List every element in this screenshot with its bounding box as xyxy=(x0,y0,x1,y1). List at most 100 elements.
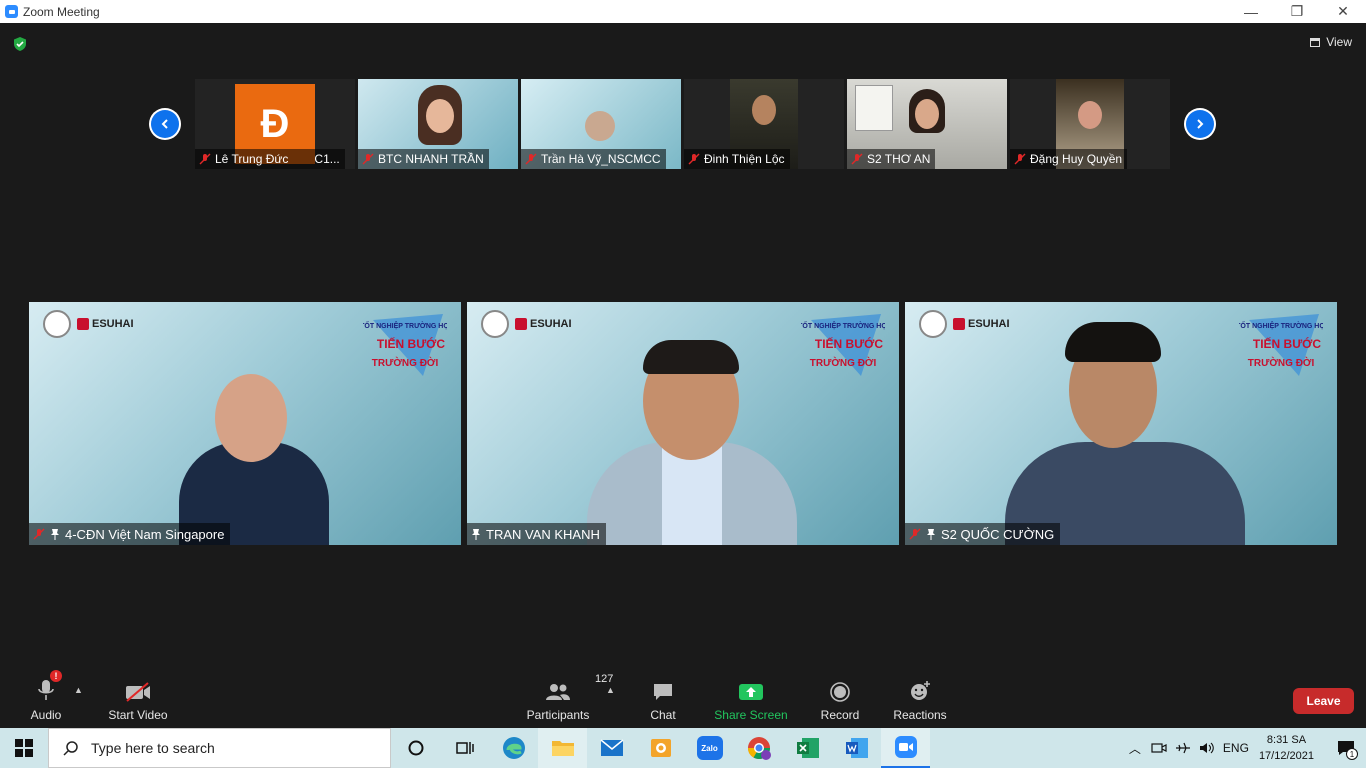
participant-label: TRAN VAN KHANH xyxy=(467,523,606,545)
main-video-tile[interactable]: ESUHAI TỐT NGHIỆP TRƯỜNG HỌC TIẾN BƯỚC T… xyxy=(905,302,1337,545)
event-banner: TỐT NGHIỆP TRƯỜNG HỌC TIẾN BƯỚC TRƯỜNG Đ… xyxy=(801,314,885,376)
participants-options-caret-icon[interactable]: ▲ xyxy=(606,685,615,695)
zalo-app[interactable]: Zalo xyxy=(685,728,734,768)
participants-button[interactable]: 127 Participants xyxy=(524,671,614,728)
chevron-right-icon xyxy=(1197,119,1204,129)
thumbnail-tile[interactable]: Đinh Thiện Lộc xyxy=(684,79,844,169)
thumbnail-tile[interactable]: Trần Hà Vỹ_NSCMCC xyxy=(521,79,681,169)
participant-name: Đặng Huy Quyền xyxy=(1030,152,1123,166)
participant-face xyxy=(585,111,615,141)
participant-name-extra: C1... xyxy=(314,152,340,166)
file-explorer-app[interactable] xyxy=(538,728,587,768)
svg-text:TRƯỜNG ĐỜI: TRƯỜNG ĐỜI xyxy=(1248,356,1315,369)
word-app[interactable] xyxy=(832,728,881,768)
mail-app[interactable] xyxy=(587,728,636,768)
reactions-smiley-icon xyxy=(911,681,930,700)
thumbnail-tile[interactable]: Đ Lê Trung Đức C1... xyxy=(195,79,355,169)
notification-center-button[interactable]: 1 xyxy=(1326,728,1366,768)
leave-button[interactable]: Leave xyxy=(1293,688,1354,714)
esuhai-logo: ESUHAI xyxy=(43,310,134,338)
participant-label: Lê Trung Đức C1... xyxy=(195,149,345,169)
thumbnail-tile[interactable]: S2 THƠ AN xyxy=(847,79,1007,169)
participant-face xyxy=(752,95,776,125)
taskbar-search-box[interactable]: Type here to search xyxy=(48,728,391,768)
participants-icon xyxy=(546,684,570,700)
participant-name: S2 QUỐC CƯỜNG xyxy=(941,526,1055,542)
participant-name: S2 THƠ AN xyxy=(867,152,931,166)
meeting-area: View Đ Lê Trung Đức C1... BTC NHANH TRẦN xyxy=(0,23,1366,728)
thumbnail-tile[interactable]: BTC NHANH TRẦN xyxy=(358,79,518,169)
view-button[interactable]: View xyxy=(1310,35,1352,49)
participant-label: BTC NHANH TRẦN xyxy=(358,149,489,169)
participants-count: 127 xyxy=(595,673,614,685)
participant-name: BTC NHANH TRẦN xyxy=(378,152,484,166)
outlook-app[interactable] xyxy=(636,728,685,768)
pin-icon xyxy=(927,529,935,540)
outlook-calendar-icon xyxy=(650,739,671,757)
audio-options-caret-icon[interactable]: ▲ xyxy=(74,685,83,695)
edge-app[interactable] xyxy=(489,728,538,768)
search-icon xyxy=(63,741,78,756)
task-view-button[interactable] xyxy=(440,728,489,768)
svg-text:TIẾN BƯỚC: TIẾN BƯỚC xyxy=(815,336,884,351)
excel-app[interactable] xyxy=(783,728,832,768)
language-indicator[interactable]: ENG xyxy=(1223,741,1249,755)
zoom-icon xyxy=(894,736,917,758)
record-icon xyxy=(830,682,850,702)
record-button[interactable]: Record xyxy=(816,671,864,728)
esuhai-logo: ESUHAI xyxy=(481,310,572,338)
participant-name: Lê Trung Đức xyxy=(215,152,289,166)
security-shield-icon[interactable] xyxy=(12,36,28,52)
participant-label: Trần Hà Vỹ_NSCMCC xyxy=(521,149,666,169)
participant-hair xyxy=(643,340,739,374)
muted-mic-icon xyxy=(525,153,537,165)
window-title: Zoom Meeting xyxy=(23,4,100,19)
edge-icon xyxy=(502,737,525,759)
restore-button[interactable]: ❐ xyxy=(1274,0,1320,23)
event-banner: TỐT NGHIỆP TRƯỜNG HỌC TIẾN BƯỚC TRƯỜNG Đ… xyxy=(363,314,447,376)
volume-icon[interactable] xyxy=(1199,741,1215,755)
cortana-button[interactable] xyxy=(391,728,440,768)
participant-name: 4-CĐN Việt Nam Singapore xyxy=(65,526,225,542)
prev-page-button[interactable] xyxy=(149,108,181,140)
airplane-mode-icon[interactable] xyxy=(1175,741,1191,755)
system-tray: ︿ ENG 8:31 SA 17/12/2021 1 xyxy=(1129,728,1366,768)
muted-mic-icon xyxy=(1014,153,1026,165)
chrome-icon xyxy=(747,737,771,760)
share-screen-button[interactable]: Share Screen xyxy=(712,671,790,728)
muted-mic-icon xyxy=(909,528,921,540)
meet-now-icon[interactable] xyxy=(1151,741,1167,755)
zoom-app-icon xyxy=(5,5,18,18)
taskbar-clock[interactable]: 8:31 SA 17/12/2021 xyxy=(1259,732,1314,764)
audio-button[interactable]: ! Audio xyxy=(20,670,72,728)
participant-name: Trần Hà Vỹ_NSCMCC xyxy=(541,152,661,166)
start-video-button[interactable]: Start Video xyxy=(104,671,172,728)
main-video-tile[interactable]: ESUHAI TỐT NGHIỆP TRƯỜNG HỌC TIẾN BƯỚC T… xyxy=(467,302,899,545)
svg-text:TIẾN BƯỚC: TIẾN BƯỚC xyxy=(1253,336,1322,351)
esuhai-logo: ESUHAI xyxy=(919,310,1010,338)
chrome-app[interactable] xyxy=(734,728,783,768)
reactions-button[interactable]: Reactions xyxy=(890,671,950,728)
chat-label: Chat xyxy=(650,708,676,722)
whiteboard-background xyxy=(855,85,893,131)
thumbnail-tile[interactable]: Đặng Huy Quyền xyxy=(1010,79,1170,169)
participant-face xyxy=(915,99,939,129)
main-video-tile[interactable]: ESUHAI TỐT NGHIỆP TRƯỜNG HỌC TIẾN BƯỚC T… xyxy=(29,302,461,545)
tray-overflow-caret-icon[interactable]: ︿ xyxy=(1129,740,1141,757)
windows-taskbar: Type here to search Zalo ︿ ENG 8:31 SA 1… xyxy=(0,728,1366,768)
start-video-label: Start Video xyxy=(108,708,168,722)
meeting-toolbar: ! Audio ▲ Start Video 127 Participants ▲… xyxy=(0,670,1366,728)
close-button[interactable]: ✕ xyxy=(1320,0,1366,23)
participant-face xyxy=(1078,101,1102,129)
next-page-button[interactable] xyxy=(1184,108,1216,140)
chevron-left-icon xyxy=(161,119,168,129)
participant-label: S2 THƠ AN xyxy=(847,149,936,169)
participant-label: Đinh Thiện Lộc xyxy=(684,149,790,169)
zoom-app[interactable] xyxy=(881,728,930,768)
chat-button[interactable]: Chat xyxy=(640,671,686,728)
start-button[interactable] xyxy=(0,728,48,768)
minimize-button[interactable]: — xyxy=(1228,0,1274,23)
participant-name: TRAN VAN KHANH xyxy=(486,526,600,542)
muted-mic-icon xyxy=(33,528,45,540)
svg-text:TRƯỜNG ĐỜI: TRƯỜNG ĐỜI xyxy=(372,356,439,369)
